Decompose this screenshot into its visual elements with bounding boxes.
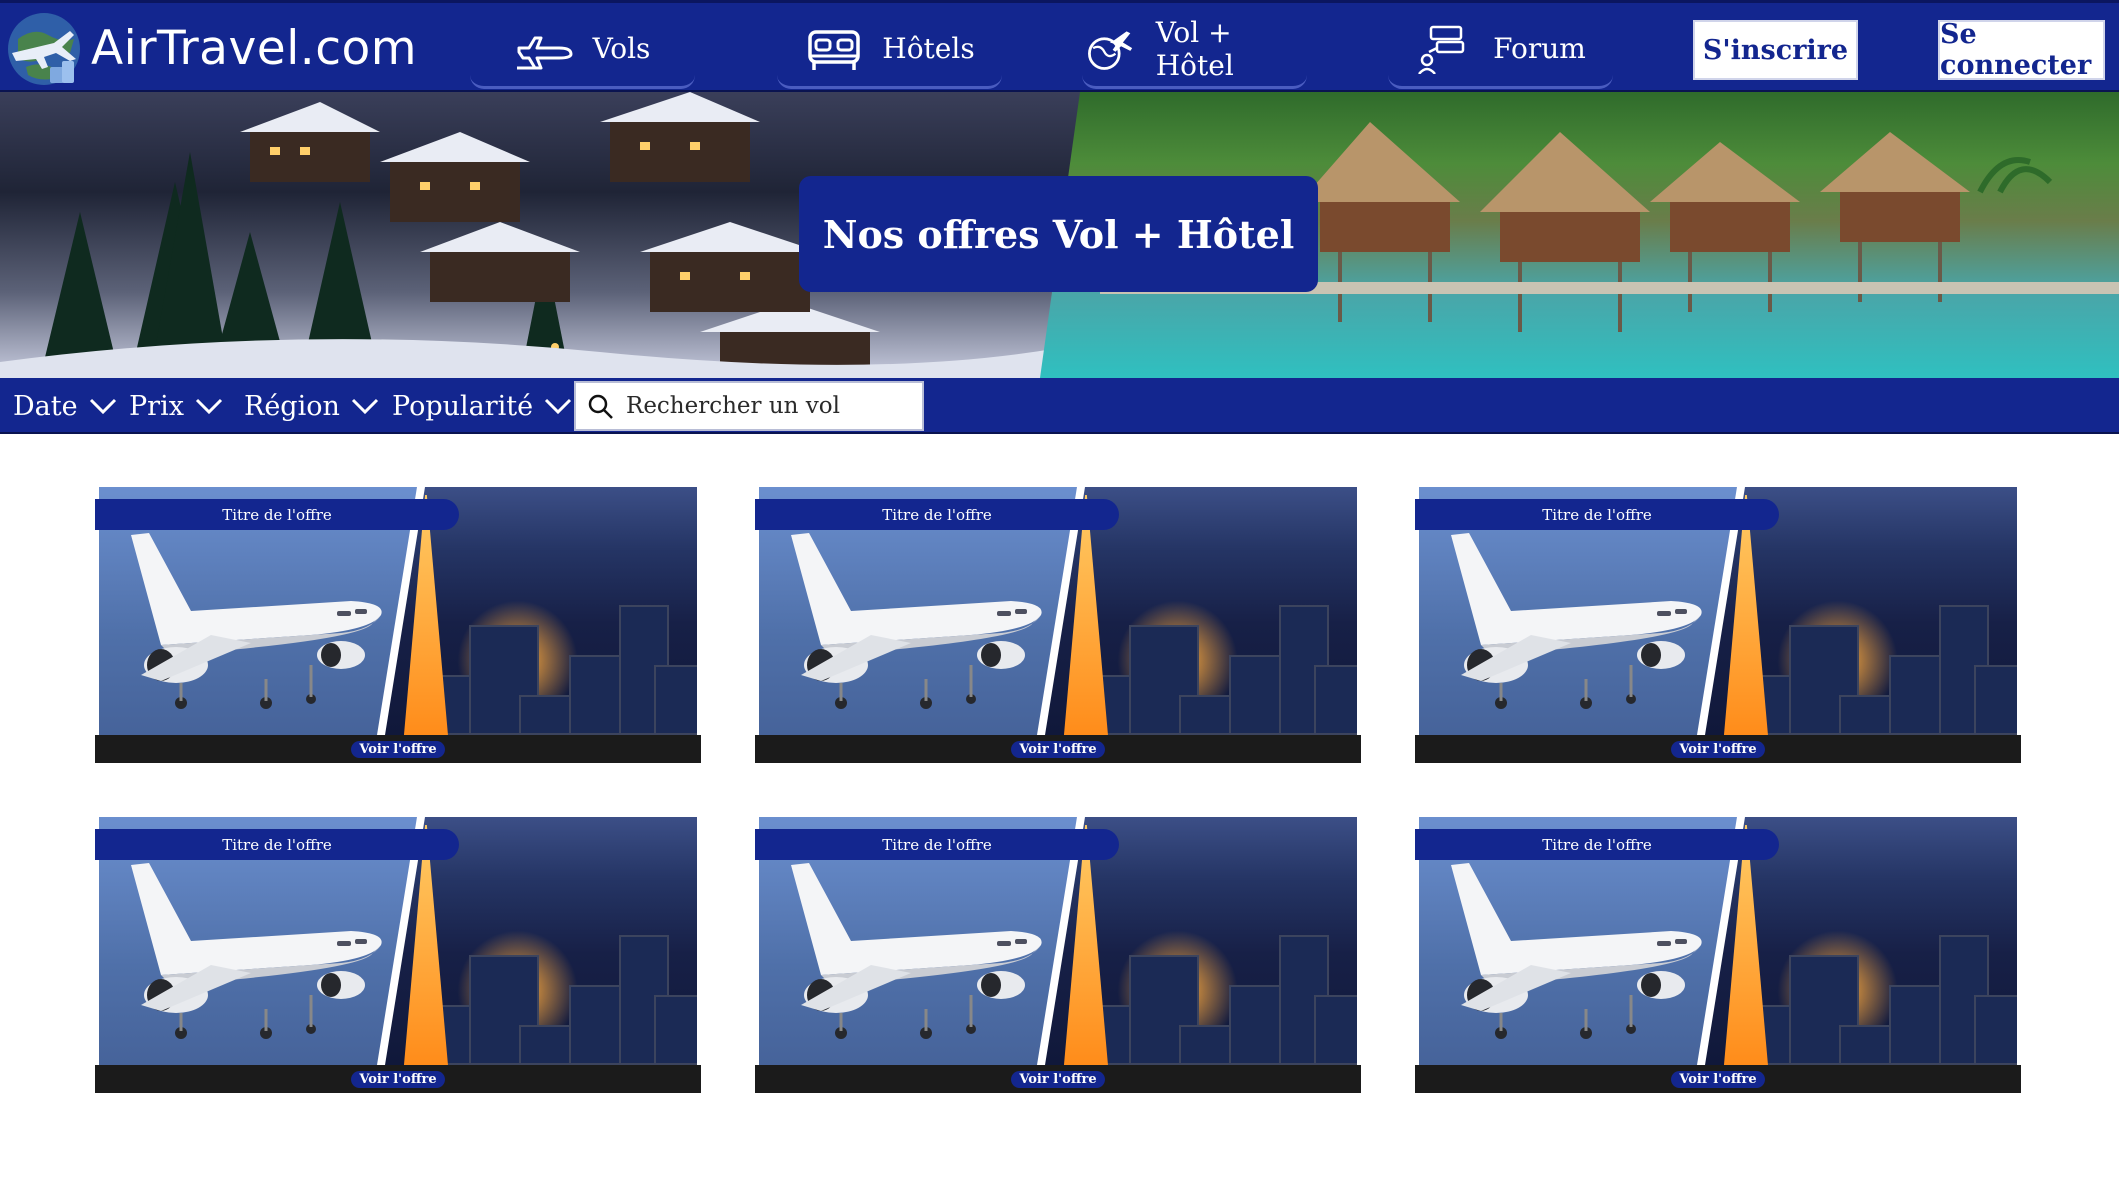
- offer-footer: Voir l'offre: [755, 1065, 1361, 1093]
- view-offer-button[interactable]: Voir l'offre: [1011, 1070, 1105, 1088]
- hero-banner: Nos offres Vol + Hôtel: [0, 92, 2119, 378]
- nav-tab-label: Vols: [592, 32, 651, 65]
- hero-title: Nos offres Vol + Hôtel: [799, 176, 1318, 292]
- globe-plane-icon: [1088, 30, 1133, 70]
- nav-tab-label: Hôtels: [882, 32, 975, 65]
- offer-footer: Voir l'offre: [1415, 735, 2021, 763]
- plane-icon: [516, 36, 573, 69]
- airplane-image: [1451, 863, 1702, 1039]
- chevron-down-icon: [195, 398, 222, 415]
- nav-tab-vols[interactable]: Vols: [470, 11, 695, 89]
- filter-date[interactable]: Date: [13, 378, 118, 434]
- nav-tab-vol-hotel[interactable]: Vol + Hôtel: [1082, 11, 1307, 89]
- filter-label: Prix: [129, 390, 184, 422]
- offer-card[interactable]: Titre de l'offre Voir l'offre: [95, 817, 701, 1093]
- offer-card[interactable]: Titre de l'offre Voir l'offre: [1415, 487, 2021, 763]
- chevron-down-icon: [545, 398, 572, 415]
- city-building: [1314, 665, 1357, 735]
- offer-footer: Voir l'offre: [95, 735, 701, 763]
- bed-icon: [808, 29, 861, 70]
- airplane-image: [131, 863, 382, 1039]
- offer-card[interactable]: Titre de l'offre Voir l'offre: [1415, 817, 2021, 1093]
- view-offer-button[interactable]: Voir l'offre: [1671, 1070, 1765, 1088]
- nav-tab-hotels[interactable]: Hôtels: [777, 11, 1002, 89]
- offer-title: Titre de l'offre: [1415, 499, 1779, 530]
- login-button[interactable]: Se connecter: [1938, 19, 2105, 81]
- search-input[interactable]: [626, 393, 906, 419]
- offer-footer: Voir l'offre: [1415, 1065, 2021, 1093]
- globe-logo-icon[interactable]: [4, 9, 84, 89]
- brand-name[interactable]: AirTravel.com: [91, 21, 417, 76]
- nav-tab-forum[interactable]: Forum: [1388, 11, 1613, 89]
- chevron-down-icon: [351, 398, 378, 415]
- top-navigation-bar: AirTravel.com Vols Hôtels Vol + Hôtel Fo…: [0, 0, 2119, 92]
- city-building: [1974, 995, 2017, 1065]
- filter-label: Région: [244, 390, 340, 422]
- offer-title: Titre de l'offre: [755, 499, 1119, 530]
- view-offer-button[interactable]: Voir l'offre: [351, 740, 445, 758]
- city-building: [654, 665, 697, 735]
- view-offer-button[interactable]: Voir l'offre: [1011, 740, 1105, 758]
- offer-footer: Voir l'offre: [95, 1065, 701, 1093]
- filter-region[interactable]: Région: [244, 378, 380, 434]
- chevron-down-icon: [89, 398, 116, 415]
- offer-card[interactable]: Titre de l'offre Voir l'offre: [755, 817, 1361, 1093]
- offer-footer: Voir l'offre: [755, 735, 1361, 763]
- airplane-image: [791, 863, 1042, 1039]
- filter-label: Popularité: [392, 390, 534, 422]
- search-icon[interactable]: [586, 392, 614, 420]
- offer-title: Titre de l'offre: [95, 499, 459, 530]
- airplane-image: [131, 533, 382, 709]
- filter-label: Date: [13, 390, 78, 422]
- view-offer-button[interactable]: Voir l'offre: [351, 1070, 445, 1088]
- city-building: [1314, 995, 1357, 1065]
- filter-prix[interactable]: Prix: [129, 378, 224, 434]
- signup-button[interactable]: S'inscrire: [1693, 20, 1858, 80]
- offer-title: Titre de l'offre: [95, 829, 459, 860]
- filter-popularite[interactable]: Popularité: [392, 378, 573, 434]
- filter-bar: Date Prix Région Popularité: [0, 378, 2119, 434]
- offer-title: Titre de l'offre: [1415, 829, 1779, 860]
- offer-card[interactable]: Titre de l'offre Voir l'offre: [95, 487, 701, 763]
- city-building: [654, 995, 697, 1065]
- nav-tab-label: Vol + Hôtel: [1155, 15, 1234, 82]
- search-box: [574, 381, 924, 431]
- city-building: [1974, 665, 2017, 735]
- forum-icon: [1418, 25, 1465, 74]
- view-offer-button[interactable]: Voir l'offre: [1671, 740, 1765, 758]
- offer-title: Titre de l'offre: [755, 829, 1119, 860]
- airplane-image: [791, 533, 1042, 709]
- airplane-image: [1451, 533, 1702, 709]
- offer-card[interactable]: Titre de l'offre Voir l'offre: [755, 487, 1361, 763]
- nav-tab-label: Forum: [1493, 32, 1586, 65]
